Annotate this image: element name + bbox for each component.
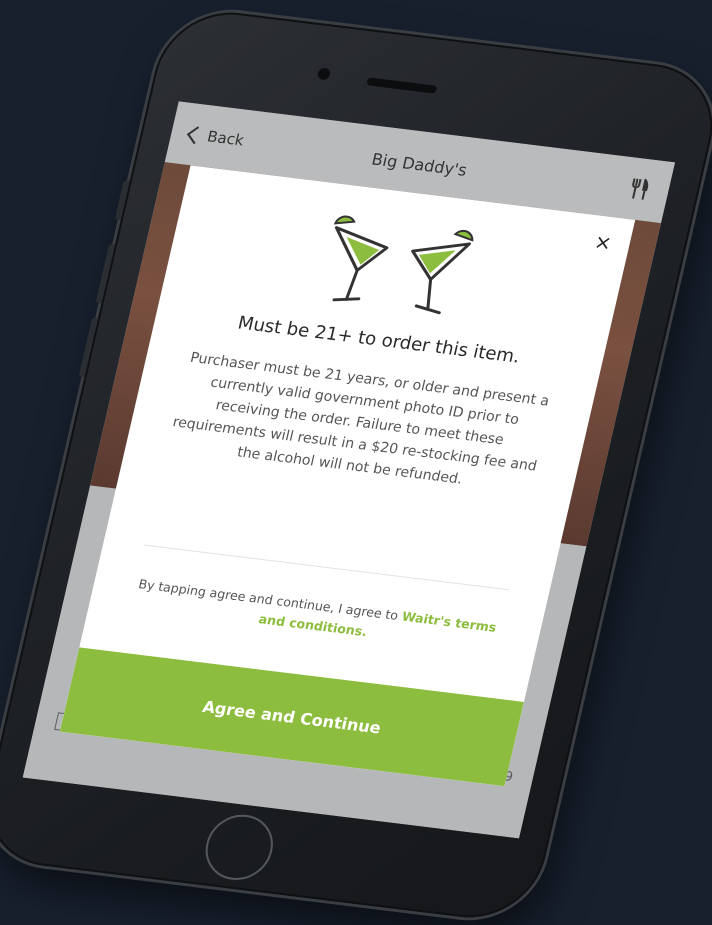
phone-device: Back Big Daddy's Taka Vodka $3.99 × [0, 4, 712, 925]
modal-body-text: Purchaser must be 21 years, or older and… [171, 349, 551, 488]
terms-note: By tapping agree and continue, I agree t… [128, 574, 502, 658]
